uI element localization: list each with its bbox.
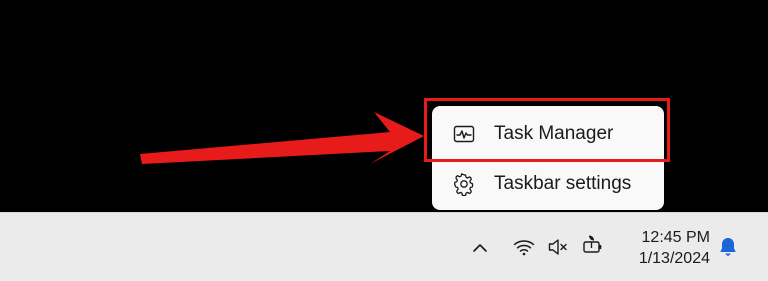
menu-item-taskbar-settings[interactable]: Taskbar settings	[432, 160, 664, 208]
menu-item-label: Task Manager	[494, 123, 614, 144]
volume-muted-icon[interactable]	[546, 235, 570, 259]
battery-charging-icon[interactable]	[580, 233, 604, 257]
chevron-up-icon[interactable]	[468, 236, 492, 260]
system-clock[interactable]: 12:45 PM 1/13/2024	[618, 227, 710, 269]
task-manager-icon	[453, 125, 475, 143]
taskbar: 12:45 PM 1/13/2024	[0, 212, 768, 281]
menu-item-label: Taskbar settings	[494, 173, 632, 194]
bell-icon[interactable]	[716, 235, 740, 259]
gear-icon	[453, 173, 474, 196]
clock-time: 12:45 PM	[641, 229, 710, 246]
wifi-icon[interactable]	[512, 235, 536, 259]
clock-date: 1/13/2024	[638, 250, 710, 267]
taskbar-context-menu: Task Manager Taskbar settings	[432, 106, 664, 210]
menu-item-task-manager[interactable]: Task Manager	[432, 110, 664, 158]
